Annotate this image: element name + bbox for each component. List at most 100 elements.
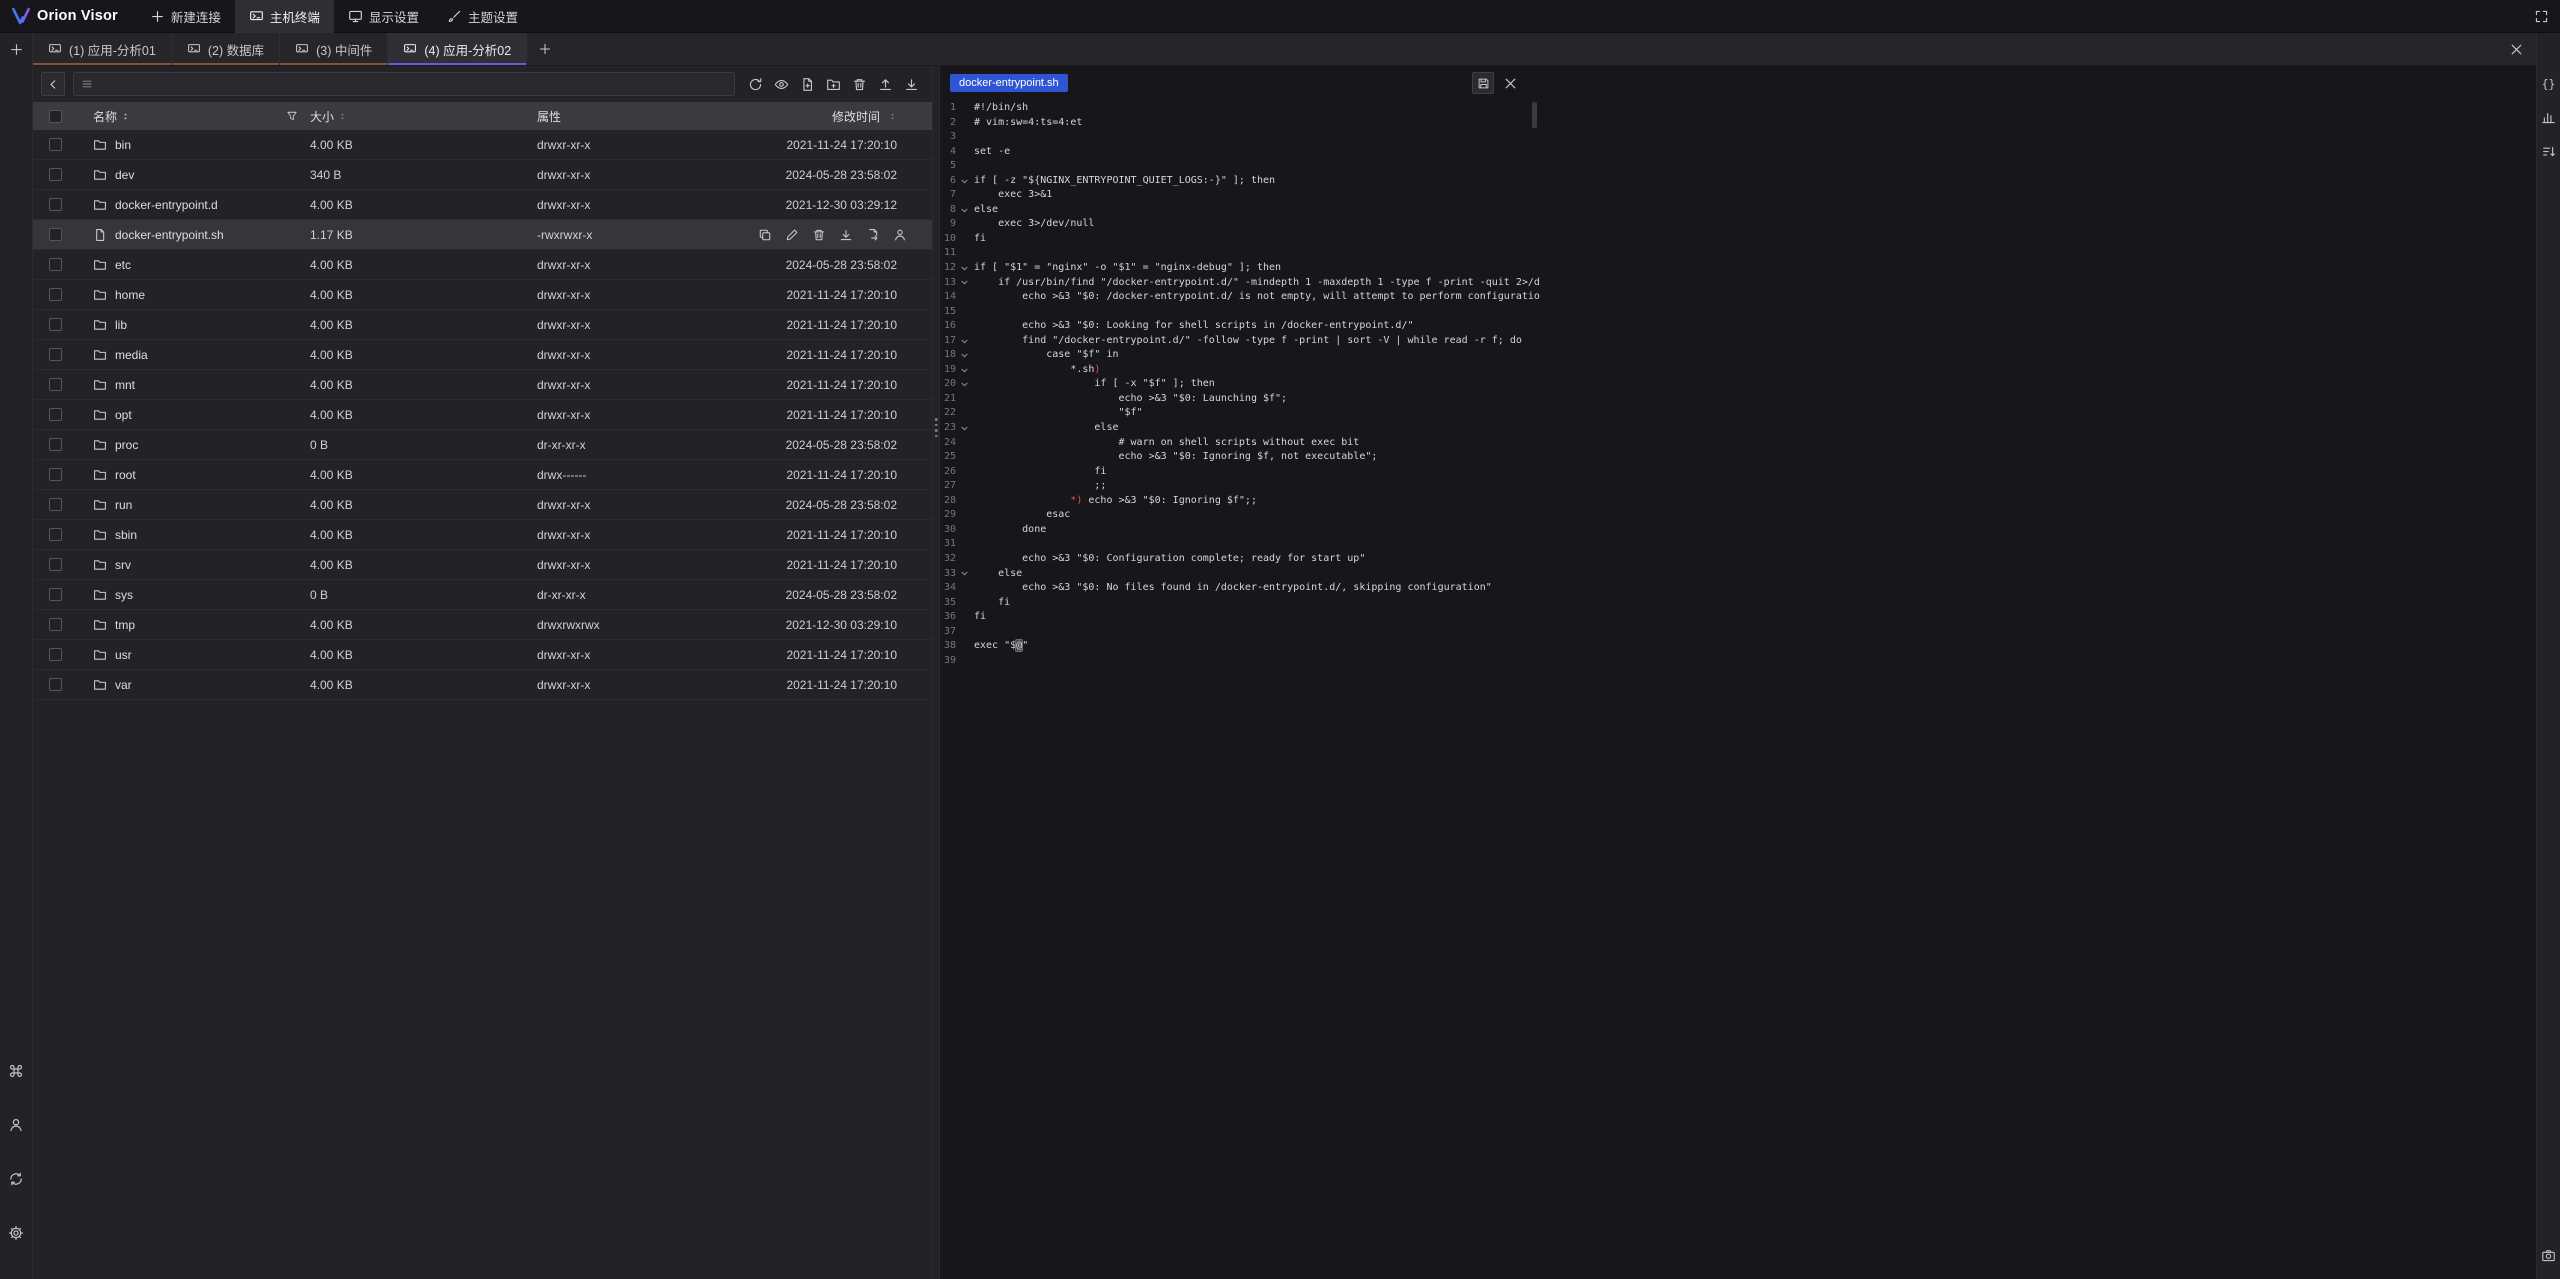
file-row-usr[interactable]: usr4.00 KBdrwxr-xr-x2021-11-24 17:20:10 — [33, 640, 932, 670]
user-button[interactable] — [8, 1117, 24, 1133]
column-header-mtime[interactable]: 修改时间 — [832, 108, 880, 125]
file-row-opt[interactable]: opt4.00 KBdrwxr-xr-x2021-11-24 17:20:10 — [33, 400, 932, 430]
row-checkbox[interactable] — [49, 348, 62, 361]
sort-name-button[interactable] — [121, 112, 130, 121]
row-checkbox[interactable] — [49, 498, 62, 511]
row-delete-button[interactable] — [812, 228, 826, 242]
back-button[interactable] — [41, 72, 65, 96]
file-row-docker-entrypoint.d[interactable]: docker-entrypoint.d4.00 KBdrwxr-xr-x2021… — [33, 190, 932, 220]
row-checkbox[interactable] — [49, 438, 62, 451]
row-checkbox[interactable] — [49, 408, 62, 421]
column-header-name[interactable]: 名称 — [93, 108, 117, 125]
row-checkbox[interactable] — [49, 678, 62, 691]
file-row-proc[interactable]: proc0 Bdr-xr-xr-x2024-05-28 23:58:02 — [33, 430, 932, 460]
sort-mtime-button[interactable] — [888, 112, 897, 121]
fold-toggle[interactable] — [957, 276, 972, 291]
app-logo[interactable]: Orion Visor — [0, 7, 136, 25]
file-row-docker-entrypoint.sh[interactable]: docker-entrypoint.sh1.17 KB-rwxrwxr-x — [33, 220, 932, 250]
file-row-dev[interactable]: dev340 Bdrwxr-xr-x2024-05-28 23:58:02 — [33, 160, 932, 190]
path-input-wrap[interactable] — [73, 72, 735, 96]
delete-button[interactable] — [852, 77, 867, 92]
row-copy-button[interactable] — [758, 228, 772, 242]
file-row-home[interactable]: home4.00 KBdrwxr-xr-x2021-11-24 17:20:10 — [33, 280, 932, 310]
row-checkbox[interactable] — [49, 618, 62, 631]
row-checkbox[interactable] — [49, 468, 62, 481]
row-checkbox[interactable] — [49, 558, 62, 571]
sync-button[interactable] — [8, 1171, 24, 1187]
filter-button[interactable] — [286, 110, 298, 122]
fold-toggle[interactable] — [957, 377, 972, 392]
row-checkbox[interactable] — [49, 258, 62, 271]
row-checkbox[interactable] — [49, 528, 62, 541]
fold-toggle[interactable] — [957, 348, 972, 363]
file-row-sys[interactable]: sys0 Bdr-xr-xr-x2024-05-28 23:58:02 — [33, 580, 932, 610]
fullscreen-button[interactable] — [2523, 9, 2560, 24]
select-all-checkbox[interactable] — [49, 110, 62, 123]
json-settings-button[interactable]: {} — [2542, 77, 2556, 91]
file-row-etc[interactable]: etc4.00 KBdrwxr-xr-x2024-05-28 23:58:02 — [33, 250, 932, 280]
refresh-button[interactable] — [748, 77, 763, 92]
save-button[interactable] — [1472, 72, 1494, 94]
fold-toggle[interactable] — [957, 261, 972, 276]
file-row-media[interactable]: media4.00 KBdrwxr-xr-x2021-11-24 17:20:1… — [33, 340, 932, 370]
row-checkbox[interactable] — [49, 648, 62, 661]
row-checkbox[interactable] — [49, 588, 62, 601]
file-row-bin[interactable]: bin4.00 KBdrwxr-xr-x2021-11-24 17:20:10 — [33, 130, 932, 160]
chart-button[interactable] — [2541, 110, 2556, 125]
row-checkbox[interactable] — [49, 198, 62, 211]
command-button[interactable] — [8, 1063, 24, 1079]
file-row-lib[interactable]: lib4.00 KBdrwxr-xr-x2021-11-24 17:20:10 — [33, 310, 932, 340]
file-row-run[interactable]: run4.00 KBdrwxr-xr-x2024-05-28 23:58:02 — [33, 490, 932, 520]
fold-toggle[interactable] — [957, 567, 972, 582]
fold-toggle[interactable] — [957, 421, 972, 436]
navbar-item-host-terminal[interactable]: 主机终端 — [235, 0, 334, 33]
file-row-mnt[interactable]: mnt4.00 KBdrwxr-xr-x2021-11-24 17:20:10 — [33, 370, 932, 400]
column-header-size[interactable]: 大小 — [310, 108, 334, 125]
file-row-tmp[interactable]: tmp4.00 KBdrwxrwxrwx2021-12-30 03:29:10 — [33, 610, 932, 640]
file-row-var[interactable]: var4.00 KBdrwxr-xr-x2021-11-24 17:20:10 — [33, 670, 932, 700]
navbar-item-new-connection[interactable]: 新建连接 — [136, 0, 235, 33]
navbar-item-display-settings[interactable]: 显示设置 — [334, 0, 433, 33]
editor-file-tab[interactable]: docker-entrypoint.sh — [950, 74, 1068, 92]
sort-button[interactable] — [2541, 144, 2556, 159]
editor-close-button[interactable] — [1503, 76, 1518, 91]
path-input[interactable] — [99, 77, 727, 91]
upload-button[interactable] — [878, 77, 893, 92]
row-checkbox[interactable] — [49, 138, 62, 151]
fold-toggle — [957, 246, 972, 261]
screenshot-button[interactable] — [2541, 1248, 2556, 1263]
navbar-item-theme-settings[interactable]: 主题设置 — [433, 0, 532, 33]
panel-divider[interactable] — [932, 66, 940, 1279]
file-row-sbin[interactable]: sbin4.00 KBdrwxr-xr-x2021-11-24 17:20:10 — [33, 520, 932, 550]
file-row-root[interactable]: root4.00 KBdrwx------2021-11-24 17:20:10 — [33, 460, 932, 490]
fold-toggle[interactable] — [957, 174, 972, 189]
row-checkbox[interactable] — [49, 288, 62, 301]
code-editor[interactable]: 1#!/bin/sh2# vim:sw=4:ts=4:et34set -e56i… — [940, 100, 1540, 1279]
settings-button[interactable] — [8, 1225, 24, 1241]
row-checkbox[interactable] — [49, 228, 62, 241]
row-download-button[interactable] — [839, 228, 853, 242]
row-checkbox[interactable] — [49, 378, 62, 391]
sort-size-button[interactable] — [338, 112, 347, 121]
row-checkbox[interactable] — [49, 318, 62, 331]
editor-scrollbar[interactable] — [1532, 102, 1537, 128]
row-edit-button[interactable] — [785, 228, 799, 242]
eye-button[interactable] — [774, 77, 789, 92]
row-checkbox[interactable] — [49, 168, 62, 181]
terminal-tab-1[interactable]: (1) 应用-分析01 — [33, 33, 172, 65]
terminal-tab-4[interactable]: (4) 应用-分析02 — [388, 33, 527, 65]
rail-add-button[interactable] — [9, 42, 24, 57]
tabbar-close-button[interactable] — [2509, 42, 2524, 57]
terminal-tab-3[interactable]: (3) 中间件 — [280, 33, 388, 65]
fold-toggle[interactable] — [957, 363, 972, 378]
fold-toggle[interactable] — [957, 203, 972, 218]
fold-toggle[interactable] — [957, 334, 972, 349]
row-move-button[interactable] — [866, 228, 880, 242]
add-tab-button[interactable] — [527, 33, 563, 65]
new-file-button[interactable] — [800, 77, 815, 92]
file-row-srv[interactable]: srv4.00 KBdrwxr-xr-x2021-11-24 17:20:10 — [33, 550, 932, 580]
terminal-tab-2[interactable]: (2) 数据库 — [172, 33, 280, 65]
new-folder-button[interactable] — [826, 77, 841, 92]
download-button[interactable] — [904, 77, 919, 92]
row-permission-button[interactable] — [893, 228, 907, 242]
